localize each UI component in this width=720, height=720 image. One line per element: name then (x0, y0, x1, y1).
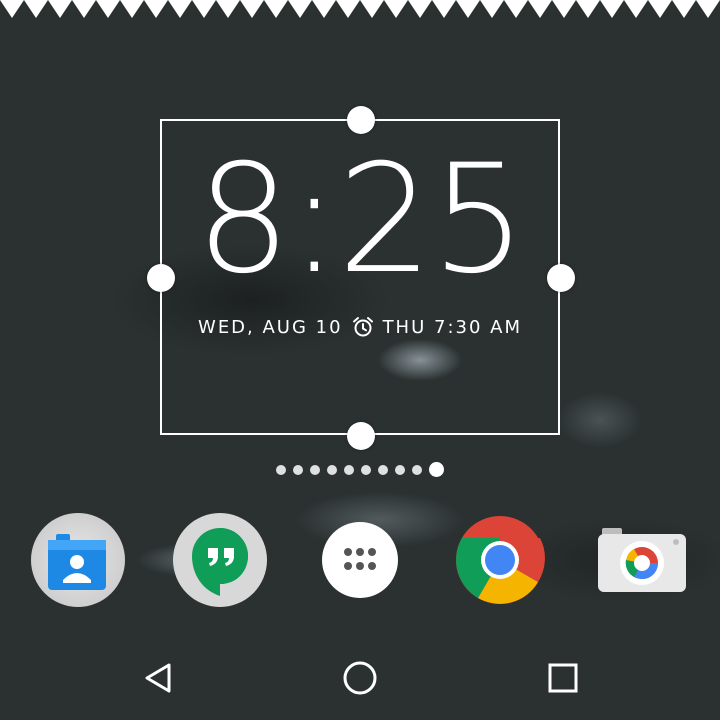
app-drawer-button[interactable] (312, 512, 408, 608)
page-dot (395, 464, 405, 475)
home-button[interactable] (330, 648, 390, 708)
page-dot (412, 464, 422, 475)
page-dot (378, 464, 388, 475)
camera-app[interactable] (594, 512, 690, 608)
next-alarm[interactable]: THU 7:30 AM (383, 317, 522, 338)
chrome-app[interactable] (452, 512, 548, 608)
alarm-clock-icon (352, 317, 373, 337)
page-indicator (0, 462, 720, 477)
page-dot (276, 464, 286, 475)
app-drawer-icon (322, 522, 398, 598)
back-button[interactable] (128, 648, 188, 708)
camera-icon (598, 528, 686, 592)
date-alarm-row: WED, AUG 10 THU 7:30 AM (162, 315, 558, 339)
contacts-icon (31, 513, 125, 607)
dock (0, 512, 720, 608)
page-dot (344, 464, 354, 475)
navigation-bar (0, 648, 720, 708)
chrome-icon (456, 516, 545, 604)
page-dot-active (429, 462, 444, 477)
resize-handle-top[interactable] (347, 106, 375, 134)
clock-date[interactable]: WED, AUG 10 (198, 317, 343, 338)
back-icon (145, 663, 171, 693)
page-dot (310, 464, 320, 475)
page-dot (361, 464, 371, 475)
torn-edge-decoration (0, 0, 720, 18)
page-dot (293, 464, 303, 475)
clock-widget-resize-frame[interactable]: 8:25 WED, AUG 10 THU 7:30 AM (147, 106, 575, 450)
hangouts-app[interactable] (172, 512, 268, 608)
resize-handle-bottom[interactable] (347, 422, 375, 450)
clock-time[interactable]: 8:25 (162, 145, 558, 295)
contacts-app[interactable] (30, 512, 126, 608)
page-dot (327, 464, 337, 475)
hangouts-icon (173, 513, 267, 607)
recents-icon (548, 663, 578, 693)
home-icon (343, 661, 377, 695)
recents-button[interactable] (533, 648, 593, 708)
